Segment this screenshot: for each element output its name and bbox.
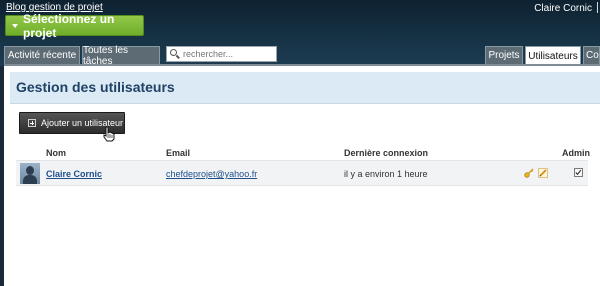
tab-users[interactable]: Utilisateurs [525, 46, 581, 66]
top-bar: Blog gestion de projet Claire Cornic Sél… [0, 0, 600, 67]
main-content: Gestion des utilisateurs Ajouter un util… [4, 64, 600, 286]
search-input[interactable] [183, 49, 273, 59]
user-email-link[interactable]: chefdeprojet@yahoo.fr [166, 169, 257, 179]
edit-icon[interactable] [538, 168, 548, 178]
user-name-link[interactable]: Claire Cornic [46, 169, 102, 179]
avatar [20, 163, 40, 184]
current-user-link[interactable]: Claire Cornic [534, 3, 592, 14]
search-icon [170, 49, 180, 59]
separator [597, 2, 598, 13]
tab-more[interactable]: Co [583, 46, 600, 64]
dropdown-arrow-icon [12, 23, 18, 28]
checkmark-icon [575, 169, 582, 176]
hand-cursor-icon [103, 126, 115, 142]
column-header-name[interactable]: Nom [46, 148, 66, 158]
plus-icon [28, 119, 36, 127]
key-icon[interactable] [524, 168, 534, 178]
project-select-label: Sélectionnez un projet [23, 11, 115, 40]
column-header-last-login[interactable]: Dernière connexion [344, 148, 428, 158]
column-header-email[interactable]: Email [166, 148, 190, 158]
page-title: Gestion des utilisateurs [16, 79, 175, 95]
tab-all-tasks[interactable]: Toutes les tâches [82, 45, 160, 67]
search-box[interactable] [166, 46, 277, 62]
tab-projects[interactable]: Projets [485, 46, 523, 64]
column-header-admin: Admin [562, 148, 590, 158]
project-select-button[interactable]: Sélectionnez un projet [5, 12, 144, 40]
tab-recent-activity[interactable]: Activité récente [4, 46, 80, 64]
admin-checkbox[interactable] [574, 168, 583, 177]
last-login-text: il y a environ 1 heure [344, 169, 428, 179]
table-row: Claire Cornic chefdeprojet@yahoo.fr il y… [16, 160, 588, 186]
